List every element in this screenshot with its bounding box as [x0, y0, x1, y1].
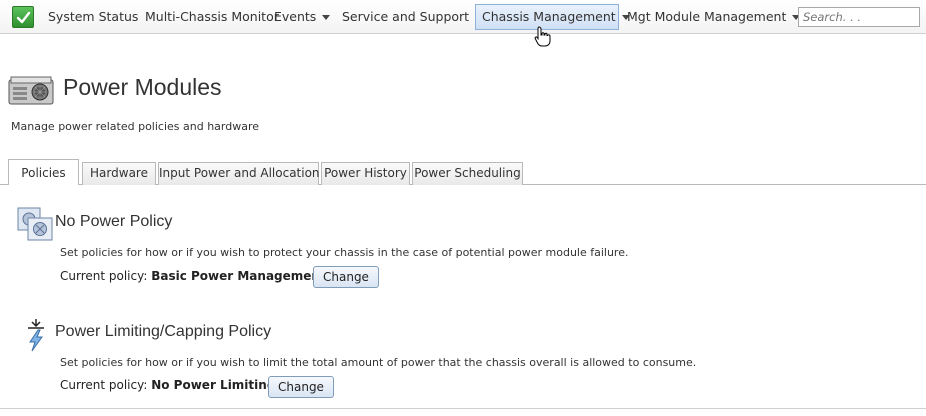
current-policy-label: Current policy:	[60, 378, 148, 392]
policy-title: No Power Policy	[55, 213, 173, 230]
top-nav-bar: System Status Multi-Chassis Monitor Even…	[0, 0, 926, 34]
tab-label: Power History	[324, 166, 407, 180]
change-capping-policy-button[interactable]: Change	[268, 376, 334, 398]
policy-title: Power Limiting/Capping Policy	[55, 323, 272, 340]
search-input[interactable]	[798, 7, 920, 27]
page-title: Power Modules	[63, 74, 222, 100]
chevron-down-icon	[322, 15, 331, 20]
current-policy: Current policy: Basic Power Management	[60, 269, 326, 283]
tab-label: Input Power and Allocation	[159, 166, 320, 180]
policy-description: Set policies for how or if you wish to p…	[60, 246, 629, 259]
page-subtitle: Manage power related policies and hardwa…	[11, 120, 260, 133]
nav-mgt-module-management[interactable]: Mgt Module Management	[621, 4, 806, 30]
check-icon[interactable]	[12, 6, 34, 28]
nav-label: Mgt Module Management	[627, 9, 787, 24]
nav-label: Multi-Chassis Monitor	[145, 9, 279, 24]
tab-label: Power Scheduling	[414, 166, 521, 180]
policy-description: Set policies for how or if you wish to l…	[60, 356, 697, 369]
tab-label: Hardware	[90, 166, 148, 180]
tab-input-power-and-allocation[interactable]: Input Power and Allocation	[158, 162, 320, 185]
tab-label: Policies	[21, 166, 66, 180]
current-policy-value: Basic Power Management	[151, 269, 326, 283]
nav-system-status[interactable]: System Status	[42, 4, 144, 30]
tab-policies[interactable]: Policies	[8, 159, 79, 185]
current-policy-label: Current policy:	[60, 269, 148, 283]
power-redundancy-icon	[17, 207, 53, 241]
nav-label: System Status	[48, 9, 139, 24]
current-policy-value: No Power Limiting	[151, 378, 276, 392]
nav-multi-chassis-monitor[interactable]: Multi-Chassis Monitor	[139, 4, 285, 30]
nav-label: Chassis Management	[482, 9, 616, 24]
tab-power-history[interactable]: Power History	[321, 162, 410, 185]
content-bottom-border	[0, 408, 926, 409]
power-supply-icon	[8, 76, 54, 105]
nav-service-and-support[interactable]: Service and Support	[336, 4, 489, 30]
power-capping-icon	[28, 319, 44, 352]
hand-cursor-icon	[534, 26, 551, 47]
tab-hardware[interactable]: Hardware	[82, 162, 156, 185]
nav-label: Events	[274, 9, 317, 24]
nav-events[interactable]: Events	[268, 4, 336, 30]
current-policy: Current policy: No Power Limiting	[60, 378, 275, 392]
nav-label: Service and Support	[342, 9, 470, 24]
change-power-policy-button[interactable]: Change	[313, 266, 379, 288]
tab-power-scheduling[interactable]: Power Scheduling	[412, 162, 523, 185]
